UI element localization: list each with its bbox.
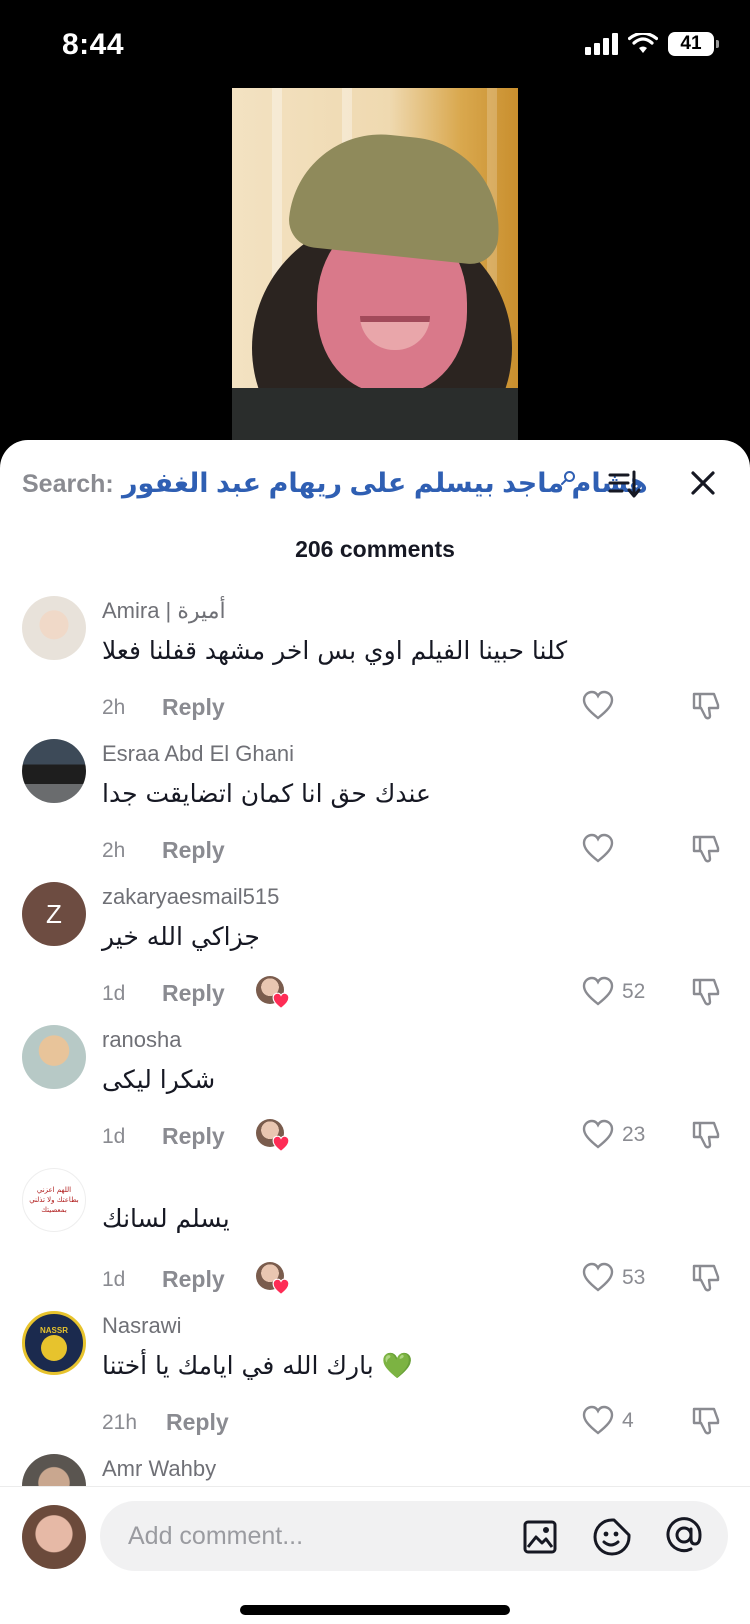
person-jacket — [232, 388, 518, 448]
comment-username[interactable]: Amira | أميرة — [102, 598, 226, 624]
dislike-icon[interactable] — [690, 833, 722, 865]
heart-icon[interactable] — [582, 1262, 614, 1294]
heart-icon[interactable] — [582, 1405, 614, 1437]
dislike-icon[interactable] — [690, 1405, 722, 1437]
close-icon[interactable] — [686, 466, 720, 500]
comment-username[interactable]: Esraa Abd El Ghani — [102, 741, 294, 767]
creator-heart-icon — [272, 992, 290, 1010]
status-time: 8:44 — [62, 28, 125, 61]
avatar[interactable]: NASSR — [22, 1311, 86, 1375]
avatar-caption: اللهم اعزني بطاعتك ولا تذلني بمعصيتك — [29, 1186, 79, 1214]
comment-text: يسلم لسانك — [102, 1204, 230, 1233]
video-player[interactable] — [232, 88, 518, 448]
battery-indicator: 41 — [668, 32, 719, 56]
reply-button[interactable]: Reply — [162, 694, 225, 721]
avatar[interactable] — [22, 1025, 86, 1089]
comment-item: Amira | أميرة كلنا حبينا الفيلم اوي بس ا… — [0, 596, 750, 739]
comment-composer-bar — [0, 1486, 750, 1624]
reply-button[interactable]: Reply — [162, 980, 225, 1007]
comment-text: كلنا حبينا الفيلم اوي بس اخر مشهد قفلنا … — [102, 636, 568, 665]
like-count: 53 — [622, 1266, 646, 1289]
reply-button[interactable]: Reply — [162, 837, 225, 864]
comment-text: جزاكي الله خير — [102, 922, 260, 951]
comment-text: بارك الله في ايامك يا أختنا 💚 — [102, 1351, 413, 1380]
comment-count: 206 comments — [295, 536, 455, 562]
like-count: 52 — [622, 980, 646, 1003]
emoji-icon[interactable] — [592, 1517, 632, 1557]
search-label: Search: — [22, 470, 114, 498]
image-icon[interactable] — [522, 1519, 558, 1555]
club-logo-icon — [41, 1334, 67, 1361]
wifi-icon — [628, 33, 658, 53]
comment-username[interactable]: ranosha — [102, 1027, 182, 1053]
dislike-icon[interactable] — [690, 976, 722, 1008]
status-icons: 41 — [585, 32, 719, 56]
status-bar: 8:44 41 — [0, 0, 750, 88]
heart-icon[interactable] — [582, 976, 614, 1008]
avatar-letter: Z — [46, 898, 62, 929]
reply-button[interactable]: Reply — [162, 1123, 225, 1150]
heart-icon[interactable] — [582, 1119, 614, 1151]
comment-item: Z zakaryaesmail515 جزاكي الله خير 1d Rep… — [0, 882, 750, 1025]
comment-time: 1d — [102, 1268, 126, 1291]
comment-time: 1d — [102, 1125, 126, 1148]
comments-sheet: Search: هشام ماجد بيسلم على ريهام عبد ال… — [0, 440, 750, 1624]
mention-icon[interactable] — [664, 1515, 704, 1555]
avatar-caption: NASSR — [39, 1325, 68, 1335]
person-hat — [286, 125, 508, 267]
comment-item: ranosha شكرا ليكى 1d Reply 23 — [0, 1025, 750, 1168]
like-count: 23 — [622, 1123, 646, 1146]
reply-button[interactable]: Reply — [162, 1266, 225, 1293]
search-row: Search: هشام ماجد بيسلم على ريهام عبد ال… — [0, 440, 750, 532]
comment-username[interactable]: Amr Wahby — [102, 1456, 216, 1482]
comment-time: 2h — [102, 839, 126, 862]
like-count: 4 — [622, 1409, 634, 1432]
creator-heart-icon — [272, 1278, 290, 1296]
comment-username[interactable]: Nasrawi — [102, 1313, 181, 1339]
creator-heart-icon — [272, 1135, 290, 1153]
reply-button[interactable]: Reply — [166, 1409, 229, 1436]
avatar[interactable] — [22, 739, 86, 803]
comment-time: 2h — [102, 696, 126, 719]
dislike-icon[interactable] — [690, 1119, 722, 1151]
home-indicator[interactable] — [240, 1605, 510, 1615]
avatar[interactable]: Z — [22, 882, 86, 946]
dislike-icon[interactable] — [690, 1262, 722, 1294]
comment-input[interactable] — [100, 1501, 728, 1571]
comment-text: عندك حق انا كمان اتضايقت جدا — [102, 779, 431, 808]
comment-text: شكرا ليكى — [102, 1065, 216, 1094]
comment-item: NASSR Nasrawi بارك الله في ايامك يا أختن… — [0, 1311, 750, 1454]
sort-icon[interactable] — [606, 466, 642, 502]
heart-icon[interactable] — [582, 833, 614, 865]
avatar[interactable]: اللهم اعزني بطاعتك ولا تذلني بمعصيتك — [22, 1168, 86, 1232]
comment-time: 1d — [102, 982, 126, 1005]
dislike-icon[interactable] — [690, 690, 722, 722]
search-icon[interactable] — [560, 470, 576, 486]
comment-item: اللهم اعزني بطاعتك ولا تذلني بمعصيتك يسل… — [0, 1168, 750, 1311]
comment-username[interactable]: zakaryaesmail515 — [102, 884, 279, 910]
heart-icon[interactable] — [582, 690, 614, 722]
cellular-signal-icon — [585, 33, 618, 55]
my-avatar — [22, 1505, 86, 1569]
comment-time: 21h — [102, 1411, 138, 1434]
comment-item: Esraa Abd El Ghani عندك حق انا كمان اتضا… — [0, 739, 750, 882]
avatar[interactable] — [22, 596, 86, 660]
